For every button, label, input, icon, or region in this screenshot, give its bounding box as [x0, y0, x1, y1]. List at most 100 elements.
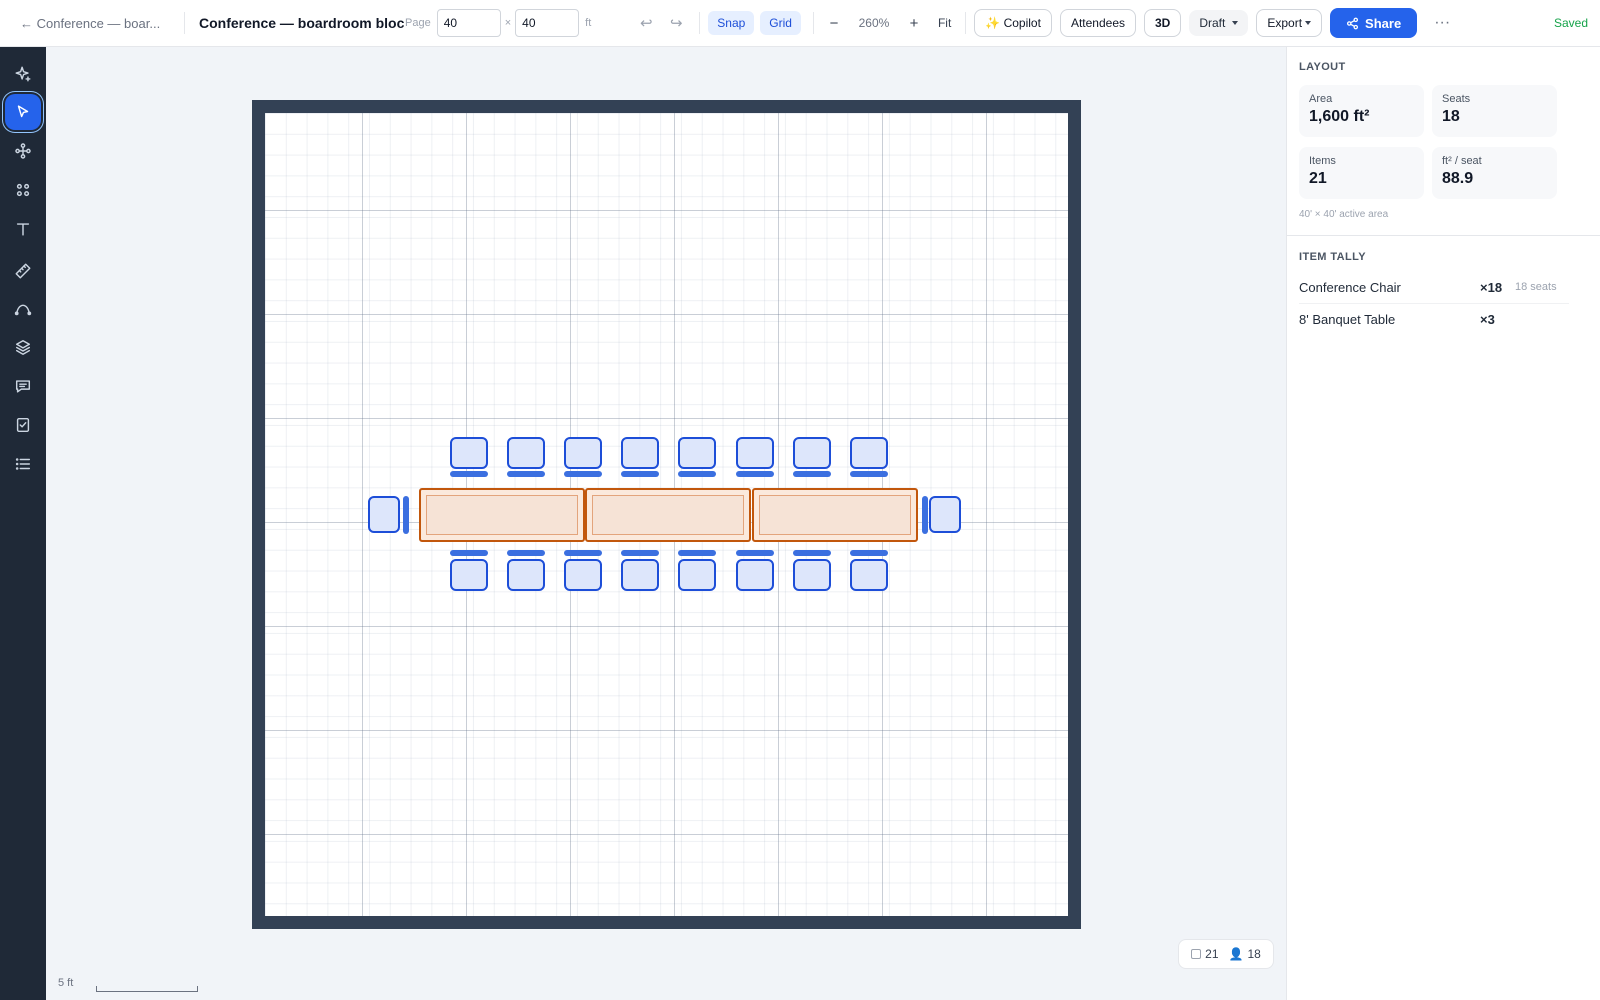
conference-chair[interactable] — [564, 437, 602, 469]
stat-label: Items — [1309, 155, 1336, 167]
copilot-button[interactable]: ✨ Copilot — [974, 9, 1052, 37]
stat-value: 18 — [1442, 108, 1460, 125]
stat-area: Area 1,600 ft² — [1299, 85, 1424, 137]
times-sign: × — [504, 17, 512, 29]
chair-back — [850, 471, 888, 477]
conference-chair[interactable] — [507, 559, 545, 591]
tally-item-count: ×3 — [1480, 311, 1495, 327]
item-count-value: 21 — [1205, 947, 1219, 961]
left-toolbar — [0, 47, 46, 1000]
zoom-level[interactable]: 260% — [848, 16, 900, 30]
chair-back — [678, 550, 716, 556]
conference-chair[interactable] — [507, 437, 545, 469]
measure-tool-icon[interactable] — [5, 253, 41, 289]
chair-back — [736, 471, 774, 477]
attendees-button[interactable]: Attendees — [1059, 9, 1136, 37]
seat-count: 👤 18 — [1229, 947, 1261, 961]
grid-toggle[interactable]: Grid — [760, 11, 801, 35]
conference-chair[interactable] — [368, 496, 400, 533]
draft-dropdown[interactable]: Draft — [1189, 10, 1249, 36]
stat-label: Area — [1309, 93, 1333, 105]
save-status: Saved — [1553, 16, 1588, 30]
text-tool-icon[interactable] — [5, 211, 41, 247]
conference-chair[interactable] — [564, 559, 602, 591]
properties-panel: Layout Area 1,600 ft² Seats 18 Items 21 … — [1286, 47, 1600, 1000]
comments-icon[interactable] — [5, 368, 41, 404]
conference-chair[interactable] — [850, 437, 888, 469]
back-link[interactable]: ← Conference — boar... — [20, 16, 170, 31]
chevron-down-icon — [1305, 21, 1312, 25]
tally-item-seats: 18 seats — [1515, 281, 1557, 293]
tally-row[interactable]: 8' Banquet Table ×3 — [1299, 303, 1569, 335]
conference-chair[interactable] — [678, 437, 716, 469]
floor-grid[interactable] — [265, 113, 1068, 916]
conference-chair[interactable] — [793, 437, 831, 469]
export-dropdown[interactable]: Export — [1256, 9, 1323, 37]
tally-item-count: ×18 — [1480, 279, 1503, 295]
chair-back — [403, 496, 409, 534]
banquet-table[interactable] — [585, 488, 751, 542]
conference-chair[interactable] — [621, 559, 659, 591]
chair-back — [564, 471, 602, 477]
conference-chair[interactable] — [450, 437, 488, 469]
conference-chair[interactable] — [678, 559, 716, 591]
chevron-down-icon — [1232, 21, 1239, 25]
chair-back — [450, 550, 488, 556]
snap-toggle[interactable]: Snap — [708, 11, 755, 35]
canvas[interactable]: 5 ft 21 👤 18 — [46, 47, 1286, 1000]
banquet-table[interactable] — [752, 488, 918, 542]
conference-chair[interactable] — [736, 437, 774, 469]
chair-back — [621, 550, 659, 556]
stat-value: 1,600 ft² — [1309, 108, 1370, 125]
conference-chair[interactable] — [850, 559, 888, 591]
stat-value: 21 — [1309, 170, 1327, 187]
more-options-icon[interactable]: ··· — [1427, 14, 1457, 32]
redo-icon[interactable]: ↪ — [661, 14, 691, 32]
stat-area-per-seat: ft² / seat 88.9 — [1432, 147, 1557, 199]
select-tool-icon[interactable] — [5, 94, 41, 130]
share-button[interactable]: Share — [1330, 8, 1418, 38]
3d-button[interactable]: 3D — [1144, 9, 1182, 37]
chair-back — [507, 471, 545, 477]
chair-back — [507, 550, 545, 556]
room-wall — [252, 100, 1081, 929]
divider — [965, 12, 967, 34]
conference-chair[interactable] — [450, 559, 488, 591]
layers-icon[interactable] — [5, 329, 41, 365]
banquet-table[interactable] — [419, 488, 585, 542]
conference-chair[interactable] — [793, 559, 831, 591]
item-tally-heading: Item tally — [1299, 251, 1366, 263]
scale-bar: 5 ft — [58, 973, 198, 992]
ai-sparkle-icon[interactable] — [5, 56, 41, 92]
conference-chair[interactable] — [929, 496, 961, 533]
conference-chair[interactable] — [736, 559, 774, 591]
curve-tool-icon[interactable] — [5, 290, 41, 326]
chair-back — [922, 496, 928, 534]
checklist-icon[interactable] — [5, 407, 41, 443]
divider — [184, 12, 185, 34]
tally-row[interactable]: Conference Chair ×18 18 seats — [1299, 271, 1569, 303]
zoom-out-button[interactable]: − — [820, 15, 848, 32]
tally-item-name: Conference Chair — [1299, 279, 1401, 295]
chair-back — [564, 550, 602, 556]
canvas-status: 21 👤 18 — [1178, 939, 1274, 969]
page-height-input[interactable] — [515, 9, 580, 37]
top-bar: ← Conference — boar... Conference — boar… — [0, 0, 1600, 47]
page-width-input[interactable] — [436, 9, 501, 37]
zoom-in-button[interactable]: + — [900, 15, 928, 32]
components-icon[interactable] — [5, 172, 41, 208]
undo-icon[interactable]: ↩ — [631, 14, 661, 32]
node-tool-icon[interactable] — [5, 133, 41, 169]
layout-heading: Layout — [1299, 61, 1346, 73]
person-icon: 👤 — [1228, 947, 1244, 961]
stat-seats: Seats 18 — [1432, 85, 1557, 137]
list-view-icon[interactable] — [5, 446, 41, 482]
conference-chair[interactable] — [621, 437, 659, 469]
fit-button[interactable]: Fit — [928, 16, 961, 30]
chair-back — [621, 471, 659, 477]
document-title[interactable]: Conference — boardroom block — [199, 15, 405, 31]
chair-back — [793, 471, 831, 477]
chair-back — [736, 550, 774, 556]
table-surface — [759, 495, 911, 535]
scale-label: 5 ft — [58, 977, 74, 989]
